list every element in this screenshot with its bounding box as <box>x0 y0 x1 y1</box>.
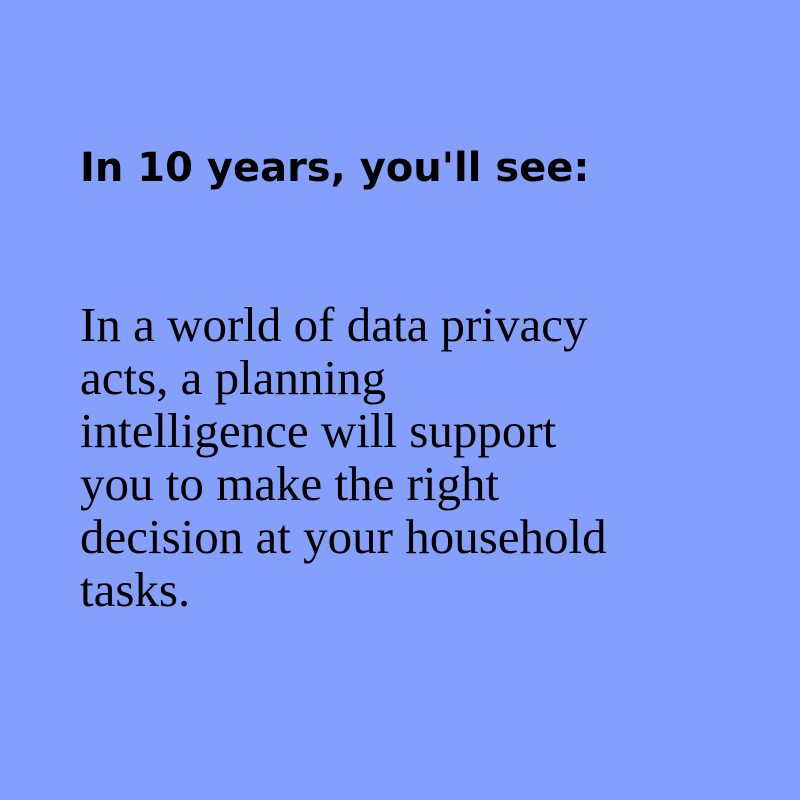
body-line: decision at your household <box>80 509 607 564</box>
body-line: tasks. <box>80 562 191 617</box>
body-line: intelligence will support <box>80 403 557 458</box>
headline: In 10 years, you'll see: <box>80 145 590 191</box>
body-line: acts, a planning <box>80 350 387 405</box>
body-paragraph: In a world of data privacy acts, a plann… <box>80 298 740 616</box>
slide-card: In 10 years, you'll see: In a world of d… <box>0 0 800 800</box>
body-line: you to make the right <box>80 456 500 511</box>
body-line: In a world of data privacy <box>80 297 588 352</box>
